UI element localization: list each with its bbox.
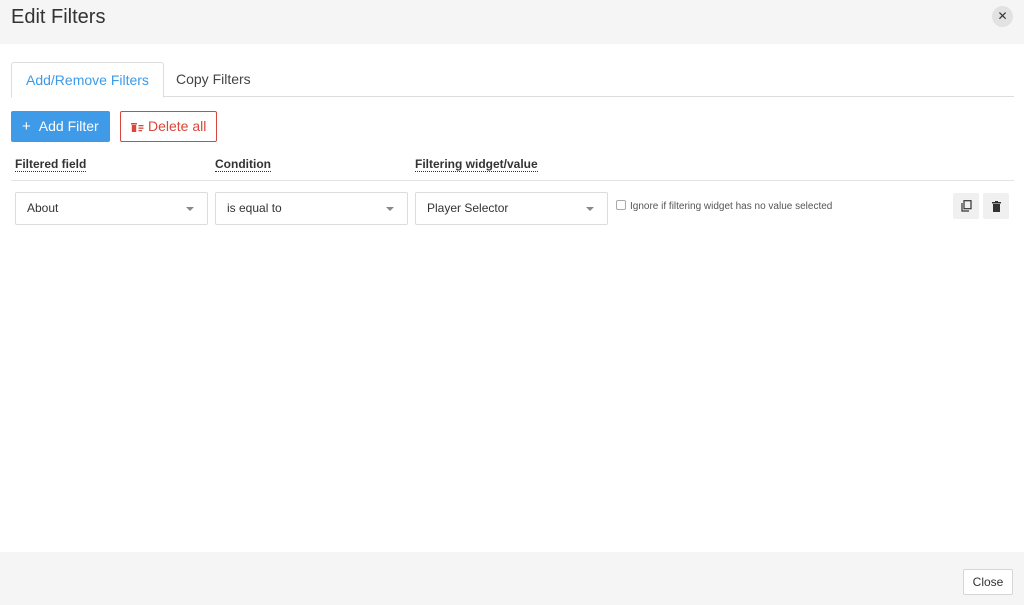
condition-value: is equal to (227, 201, 282, 215)
add-filter-label: Add Filter (38, 118, 99, 134)
filtering-widget-value: Player Selector (427, 201, 509, 215)
column-header-condition: Condition (215, 157, 271, 172)
column-header-filtered-field: Filtered field (15, 157, 87, 172)
tab-bar: Add/Remove Filters Copy Filters (11, 62, 1014, 98)
dialog-header: Edit Filters ✕ (0, 0, 1024, 44)
header-divider (11, 180, 1014, 181)
ignore-checkbox[interactable] (616, 200, 626, 210)
filtered-field-value: About (27, 201, 59, 215)
delete-all-button[interactable]: Delete all (120, 111, 217, 142)
column-header-filtering-widget: Filtering widget/value (415, 157, 538, 172)
tab-add-remove-filters[interactable]: Add/Remove Filters (11, 62, 164, 98)
tab-copy-filters[interactable]: Copy Filters (162, 62, 265, 97)
trash-stack-icon (131, 123, 144, 132)
chevron-down-icon (386, 207, 394, 211)
copy-filter-button[interactable] (953, 193, 979, 219)
chevron-down-icon (586, 207, 594, 211)
filtering-widget-select[interactable]: Player Selector (415, 192, 608, 225)
filtered-field-select[interactable]: About (15, 192, 208, 225)
dialog-footer (0, 552, 1024, 605)
ignore-label: Ignore if filtering widget has no value … (630, 201, 833, 212)
ignore-option: Ignore if filtering widget has no value … (616, 200, 832, 213)
plus-icon: + (22, 118, 31, 135)
delete-filter-button[interactable] (983, 193, 1009, 219)
close-icon[interactable]: ✕ (992, 6, 1013, 27)
add-filter-button[interactable]: + Add Filter (11, 111, 110, 142)
chevron-down-icon (186, 207, 194, 211)
dialog-title: Edit Filters (11, 6, 106, 28)
close-button[interactable]: Close (963, 569, 1013, 595)
trash-icon (991, 201, 1001, 212)
edit-filters-dialog: Edit Filters ✕ Add/Remove Filters Copy F… (0, 0, 1024, 605)
condition-select[interactable]: is equal to (215, 192, 408, 225)
copy-icon (960, 200, 972, 212)
delete-all-label: Delete all (148, 118, 207, 134)
